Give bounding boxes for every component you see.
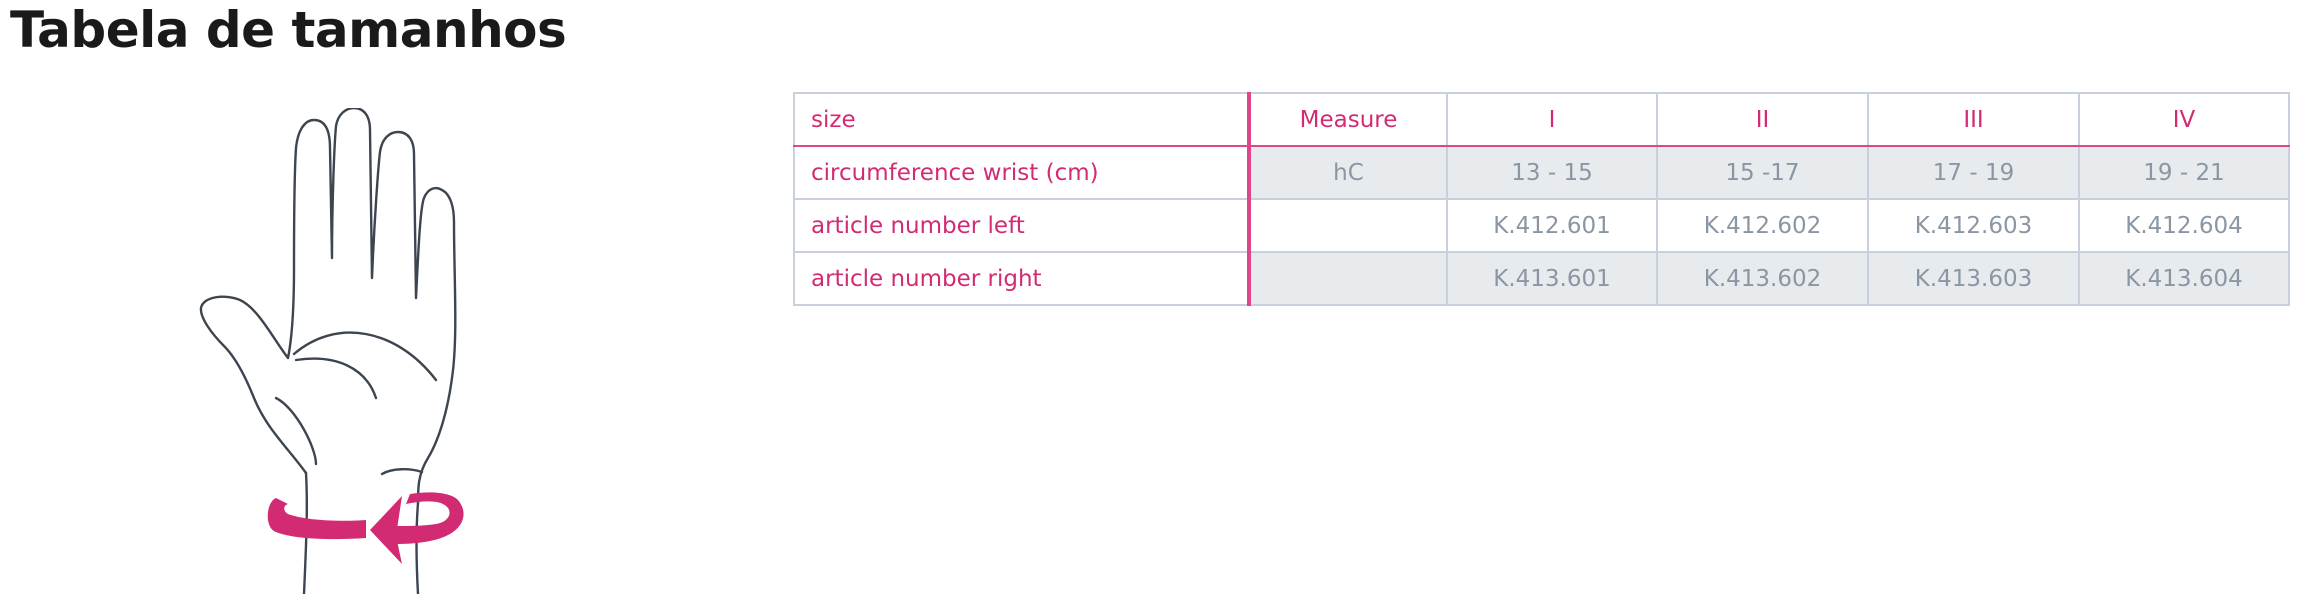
measure-arrow: [267, 492, 464, 564]
hand-outline: [199, 108, 457, 505]
palm-crease-1: [292, 331, 438, 382]
row-label-article-right: article number right: [793, 251, 1251, 306]
header-size-IV: IV: [2078, 92, 2290, 147]
header-measure: Measure: [1248, 92, 1448, 147]
value-cell: K.412.603: [1867, 198, 2080, 253]
header-size-label: size: [793, 92, 1251, 147]
row-label-circumference: circumference wrist (cm): [793, 145, 1251, 200]
value-cell: 19 - 21: [2078, 145, 2290, 200]
value-cell: 13 - 15: [1446, 145, 1658, 200]
table-row: article number right K.413.601 K.413.602…: [793, 251, 2290, 306]
size-table: size Measure I II III IV circumference w…: [793, 92, 2290, 306]
row-label-article-left: article number left: [793, 198, 1251, 253]
page-title: Tabela de tamanhos: [10, 1, 567, 59]
palm-crease-3: [274, 396, 318, 466]
header-size-I: I: [1446, 92, 1658, 147]
value-cell: K.413.604: [2078, 251, 2290, 306]
value-cell: 15 -17: [1656, 145, 1869, 200]
measure-cell: hC: [1248, 145, 1448, 200]
value-cell: K.412.604: [2078, 198, 2290, 253]
table-row: article number left K.412.601 K.412.602 …: [793, 198, 2290, 253]
value-cell: 17 - 19: [1867, 145, 2080, 200]
forearm-right: [415, 501, 420, 594]
value-cell: K.412.601: [1446, 198, 1658, 253]
value-cell: K.413.601: [1446, 251, 1658, 306]
wrist-crease: [380, 468, 424, 476]
value-cell: K.413.602: [1656, 251, 1869, 306]
value-cell: K.413.603: [1867, 251, 2080, 306]
hand-wrist-measure-icon: [199, 108, 464, 594]
table-header-row: size Measure I II III IV: [793, 92, 2290, 147]
measure-cell: [1248, 198, 1448, 253]
value-cell: K.412.602: [1656, 198, 1869, 253]
palm-crease-2: [294, 357, 378, 400]
table-row: circumference wrist (cm) hC 13 - 15 15 -…: [793, 145, 2290, 200]
measure-cell: [1248, 251, 1448, 306]
header-size-II: II: [1656, 92, 1869, 147]
header-size-III: III: [1867, 92, 2080, 147]
